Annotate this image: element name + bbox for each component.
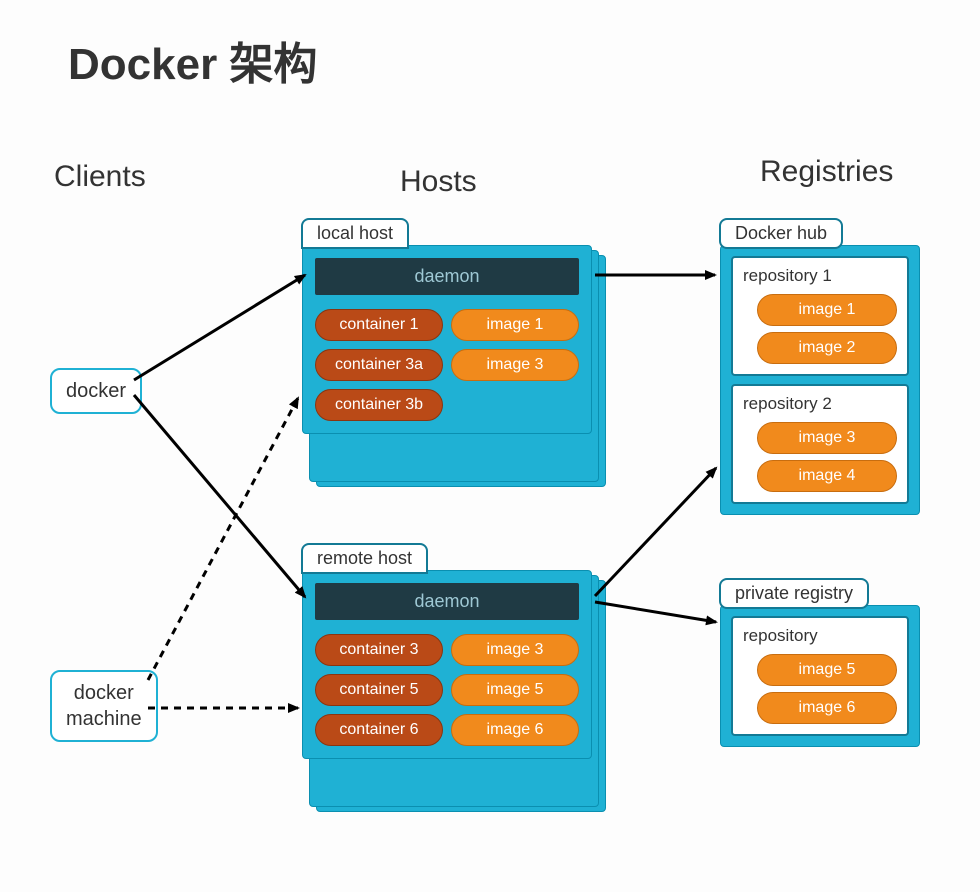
registry-hub-tab: Docker hub <box>719 218 843 249</box>
image-pill: image 3 <box>757 422 897 454</box>
repo-label: repository 2 <box>743 394 897 414</box>
column-header-hosts: Hosts <box>400 165 477 199</box>
container-pill: container 6 <box>315 714 443 746</box>
arrow-docker-to-remote <box>134 395 305 597</box>
registry-private: private registry repository image 5 imag… <box>720 605 920 747</box>
host-local: local host daemon container 1 image 1 co… <box>302 245 592 434</box>
arrow-remote-to-hub <box>595 468 716 596</box>
column-header-clients: Clients <box>54 160 146 194</box>
image-pill: image 6 <box>451 714 579 746</box>
client-docker: docker <box>50 368 142 414</box>
image-pill: image 6 <box>757 692 897 724</box>
page-title: Docker 架构 <box>68 28 317 92</box>
repo-label: repository 1 <box>743 266 897 286</box>
container-pill: container 3b <box>315 389 443 421</box>
image-pill: image 3 <box>451 634 579 666</box>
registry-hub: Docker hub repository 1 image 1 image 2 … <box>720 245 920 515</box>
image-pill: image 4 <box>757 460 897 492</box>
repo-box: repository 1 image 1 image 2 <box>731 256 909 376</box>
daemon-bar-remote: daemon <box>315 583 579 620</box>
repo-box: repository image 5 image 6 <box>731 616 909 736</box>
image-pill: image 5 <box>757 654 897 686</box>
container-pill: container 3a <box>315 349 443 381</box>
container-pill: container 5 <box>315 674 443 706</box>
repo-label: repository <box>743 626 897 646</box>
container-pill: container 1 <box>315 309 443 341</box>
daemon-bar-local: daemon <box>315 258 579 295</box>
arrow-remote-to-private <box>595 602 716 622</box>
repo-box: repository 2 image 3 image 4 <box>731 384 909 504</box>
column-header-registries: Registries <box>760 155 893 189</box>
image-pill: image 1 <box>757 294 897 326</box>
arrow-docker-to-local <box>134 275 305 380</box>
registry-private-tab: private registry <box>719 578 869 609</box>
client-docker-machine: docker machine <box>50 670 158 742</box>
arrow-machine-to-local <box>148 398 298 680</box>
image-pill: image 3 <box>451 349 579 381</box>
image-pill: image 5 <box>451 674 579 706</box>
image-pill: image 1 <box>451 309 579 341</box>
image-pill: image 2 <box>757 332 897 364</box>
container-pill: container 3 <box>315 634 443 666</box>
host-remote-tab: remote host <box>301 543 428 574</box>
host-remote: remote host daemon container 3 image 3 c… <box>302 570 592 759</box>
host-local-tab: local host <box>301 218 409 249</box>
